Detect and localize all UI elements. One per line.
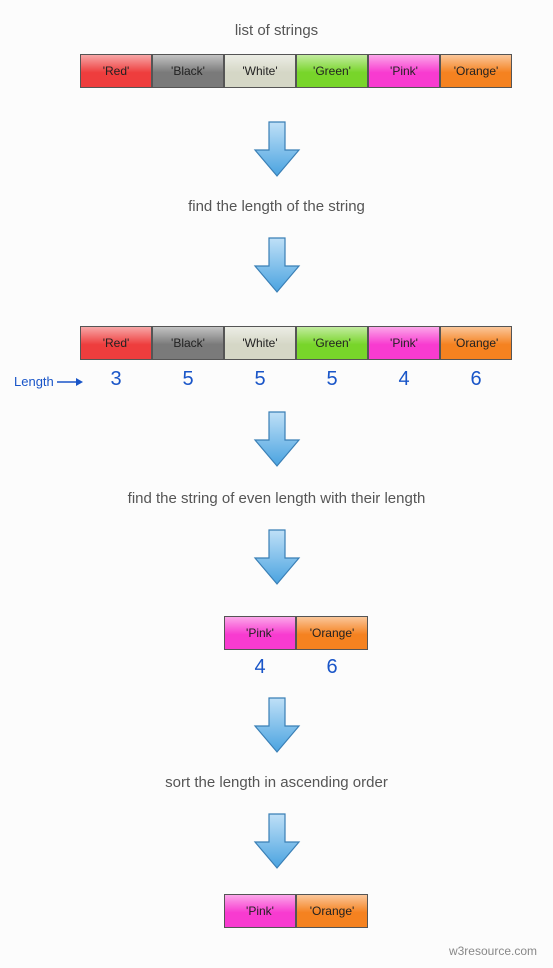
arrow-down-icon bbox=[0, 410, 553, 468]
lengths-row-even: 4 6 bbox=[224, 656, 368, 679]
row-even-length: 'Pink' 'Orange' bbox=[224, 616, 368, 650]
cell-orange: 'Orange' bbox=[296, 894, 368, 928]
length-value: 6 bbox=[440, 368, 512, 391]
cell-pink: 'Pink' bbox=[224, 894, 296, 928]
length-value: 5 bbox=[296, 368, 368, 391]
length-value: 4 bbox=[368, 368, 440, 391]
cell-label: 'Orange' bbox=[454, 64, 499, 78]
cell-label: 'Pink' bbox=[246, 626, 274, 640]
arrow-down-icon bbox=[0, 236, 553, 294]
cell-red: 'Red' bbox=[80, 326, 152, 360]
length-label-text: Length bbox=[14, 374, 54, 389]
length-label: Length bbox=[14, 374, 84, 389]
cell-label: 'Orange' bbox=[310, 904, 355, 918]
arrow-down-icon bbox=[0, 812, 553, 870]
caption-sort-ascending: sort the length in ascending order bbox=[0, 774, 553, 791]
cell-label: 'Black' bbox=[171, 336, 205, 350]
cell-label: 'Green' bbox=[313, 64, 351, 78]
cell-label: 'White' bbox=[242, 336, 277, 350]
length-value: 6 bbox=[296, 656, 368, 679]
cell-green: 'Green' bbox=[296, 54, 368, 88]
cell-label: 'Pink' bbox=[246, 904, 274, 918]
cell-label: 'Red' bbox=[103, 336, 130, 350]
cell-label: 'Orange' bbox=[310, 626, 355, 640]
lengths-row: 3 5 5 5 4 6 bbox=[80, 368, 512, 391]
length-value: 5 bbox=[152, 368, 224, 391]
row-initial-strings: 'Red' 'Black' 'White' 'Green' 'Pink' 'Or… bbox=[80, 54, 512, 88]
cell-label: 'Red' bbox=[103, 64, 130, 78]
length-value: 4 bbox=[224, 656, 296, 679]
arrow-down-icon bbox=[0, 696, 553, 754]
caption-find-length: find the length of the string bbox=[0, 198, 553, 215]
cell-orange: 'Orange' bbox=[440, 54, 512, 88]
length-value: 5 bbox=[224, 368, 296, 391]
cell-white: 'White' bbox=[224, 54, 296, 88]
row-sorted-result: 'Pink' 'Orange' bbox=[224, 894, 368, 928]
arrow-down-icon bbox=[0, 120, 553, 178]
watermark: w3resource.com bbox=[449, 944, 537, 958]
cell-label: 'Pink' bbox=[390, 64, 418, 78]
cell-white: 'White' bbox=[224, 326, 296, 360]
row-with-lengths: 'Red' 'Black' 'White' 'Green' 'Pink' 'Or… bbox=[80, 326, 512, 360]
caption-list-of-strings: list of strings bbox=[0, 22, 553, 39]
cell-red: 'Red' bbox=[80, 54, 152, 88]
cell-pink: 'Pink' bbox=[368, 54, 440, 88]
cell-black: 'Black' bbox=[152, 326, 224, 360]
caption-even-length: find the string of even length with thei… bbox=[0, 490, 553, 507]
cell-label: 'Green' bbox=[313, 336, 351, 350]
length-value: 3 bbox=[80, 368, 152, 391]
cell-orange: 'Orange' bbox=[440, 326, 512, 360]
diagram-container: list of strings 'Red' 'Black' 'White' 'G… bbox=[0, 0, 553, 968]
cell-label: 'Orange' bbox=[454, 336, 499, 350]
arrow-down-icon bbox=[0, 528, 553, 586]
cell-pink: 'Pink' bbox=[368, 326, 440, 360]
cell-orange: 'Orange' bbox=[296, 616, 368, 650]
cell-label: 'Black' bbox=[171, 64, 205, 78]
cell-pink: 'Pink' bbox=[224, 616, 296, 650]
cell-black: 'Black' bbox=[152, 54, 224, 88]
cell-label: 'Pink' bbox=[390, 336, 418, 350]
cell-label: 'White' bbox=[242, 64, 277, 78]
cell-green: 'Green' bbox=[296, 326, 368, 360]
